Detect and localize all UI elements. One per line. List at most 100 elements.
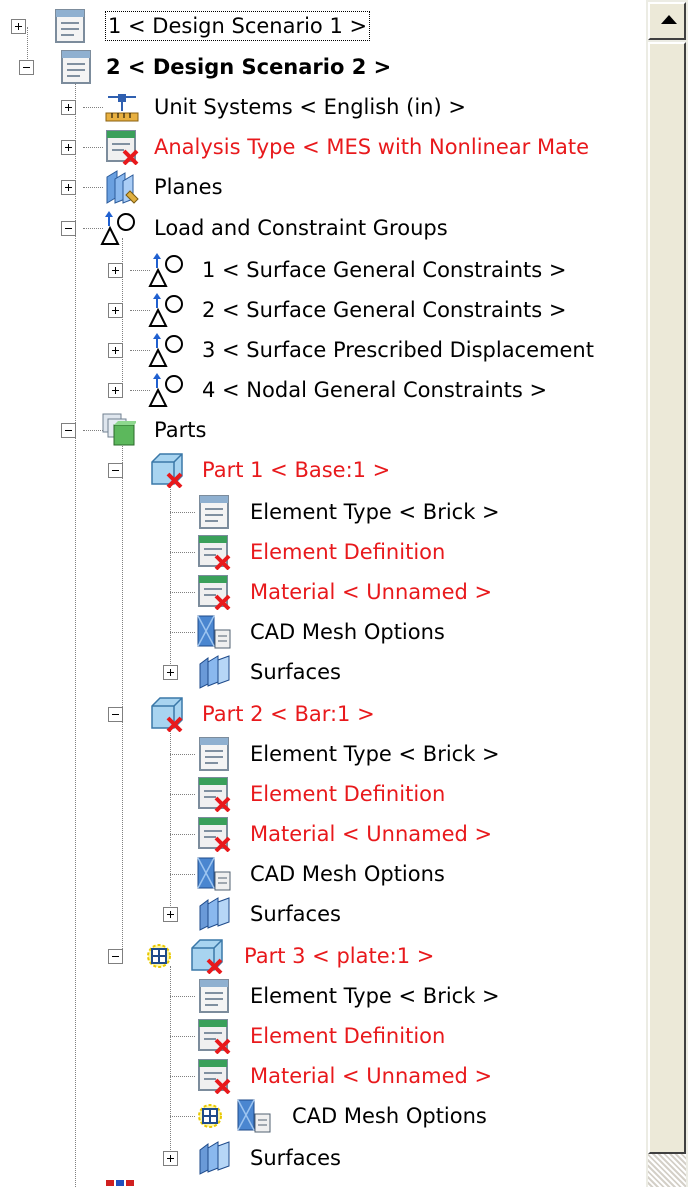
tree-node-load-constraint-groups[interactable]: Load and Constraint Groups: [0, 208, 520, 248]
surfaces-icon: [196, 654, 232, 690]
tree-label[interactable]: 4 < Nodal General Constraints >: [202, 376, 547, 404]
tree-node-element-type[interactable]: Element Type < Brick >: [0, 734, 600, 774]
tree-node-element-type[interactable]: Element Type < Brick >: [0, 492, 600, 532]
element-definition-error-icon: [196, 534, 232, 570]
element-definition-error-icon: [196, 776, 232, 812]
tree-label[interactable]: CAD Mesh Options: [292, 1102, 487, 1130]
collapse-button[interactable]: [108, 949, 123, 964]
load-constraint-icon: [148, 292, 184, 328]
tree-node-element-definition[interactable]: Element Definition: [0, 532, 600, 572]
expand-button[interactable]: [11, 19, 26, 34]
tree-label[interactable]: CAD Mesh Options: [250, 860, 445, 888]
units-ruler-icon: [104, 89, 140, 125]
expand-button[interactable]: [163, 665, 178, 680]
tree-node-analysis-type[interactable]: Analysis Type < MES with Nonlinear Mate: [0, 127, 646, 167]
tree-node-material[interactable]: Material < Unnamed >: [0, 572, 600, 612]
element-type-icon: [196, 494, 232, 530]
collapse-button[interactable]: [108, 707, 123, 722]
vertical-scrollbar[interactable]: [646, 0, 688, 1187]
collapse-button[interactable]: [61, 423, 76, 438]
tree-label[interactable]: Part 2 < Bar:1 >: [202, 700, 375, 728]
tree-label[interactable]: Surfaces: [250, 1144, 341, 1172]
expand-button[interactable]: [61, 140, 76, 155]
tree-node-element-type[interactable]: Element Type < Brick >: [0, 976, 600, 1016]
collapse-button[interactable]: [61, 221, 76, 236]
tree-node-material[interactable]: Material < Unnamed >: [0, 1056, 600, 1096]
expand-button[interactable]: [108, 343, 123, 358]
tree-label[interactable]: Material < Unnamed >: [250, 1062, 492, 1090]
tree-node-surfaces[interactable]: Surfaces: [0, 894, 400, 934]
tree-label[interactable]: 1 < Surface General Constraints >: [202, 256, 567, 284]
expand-button[interactable]: [108, 263, 123, 278]
tree-node-cad-mesh-options[interactable]: CAD Mesh Options: [0, 854, 600, 894]
tree-label[interactable]: 2 < Surface General Constraints >: [202, 296, 567, 324]
part-error-icon: [148, 696, 184, 732]
scroll-track[interactable]: [648, 1154, 686, 1187]
tree-label[interactable]: Load and Constraint Groups: [154, 214, 448, 242]
tree-label[interactable]: Element Type < Brick >: [250, 498, 500, 526]
tree-label[interactable]: Material < Unnamed >: [250, 578, 492, 606]
tree-node-part-3[interactable]: Part 3 < plate:1 >: [0, 936, 500, 976]
tree-label[interactable]: Element Definition: [250, 780, 445, 808]
parts-icon: [100, 412, 136, 448]
load-constraint-icon: [100, 210, 136, 246]
tree-node-cad-mesh-options[interactable]: CAD Mesh Options: [0, 1096, 620, 1136]
tree-node-scenario-2[interactable]: 2 < Design Scenario 2 >: [0, 47, 470, 87]
mesh-highlight-icon: [196, 1098, 226, 1134]
tree-label[interactable]: Element Type < Brick >: [250, 982, 500, 1010]
tree-label[interactable]: Part 3 < plate:1 >: [244, 942, 434, 970]
tree-label[interactable]: 2 < Design Scenario 2 >: [106, 53, 391, 81]
expand-button[interactable]: [108, 383, 123, 398]
load-constraint-icon: [148, 252, 184, 288]
tree-node-element-definition[interactable]: Element Definition: [0, 774, 600, 814]
expand-button[interactable]: [163, 1151, 178, 1166]
tree-label[interactable]: Planes: [154, 173, 223, 201]
collapse-button[interactable]: [19, 60, 34, 75]
material-error-icon: [196, 574, 232, 610]
tree-node-surfaces[interactable]: Surfaces: [0, 652, 400, 692]
tree-node-surfaces[interactable]: Surfaces: [0, 1138, 400, 1178]
element-definition-error-icon: [196, 1018, 232, 1054]
tree-label[interactable]: 3 < Surface Prescribed Displacement: [202, 336, 594, 364]
tree-node-load-group-4[interactable]: 4 < Nodal General Constraints >: [0, 370, 646, 410]
tree-node-part-2[interactable]: Part 2 < Bar:1 >: [0, 694, 480, 734]
tree-node-part-1[interactable]: Part 1 < Base:1 >: [0, 450, 480, 490]
tree-label[interactable]: Parts: [154, 416, 206, 444]
tree-node-load-group-3[interactable]: 3 < Surface Prescribed Displacement: [0, 330, 646, 370]
tree-label[interactable]: Unit Systems < English (in) >: [154, 93, 466, 121]
tree-node-parts[interactable]: Parts: [0, 410, 260, 450]
mesh-highlight-icon: [145, 938, 175, 974]
expand-button[interactable]: [61, 100, 76, 115]
scenario-icon: [52, 8, 88, 44]
tree-node-element-definition[interactable]: Element Definition: [0, 1016, 600, 1056]
expand-button[interactable]: [108, 303, 123, 318]
expand-button[interactable]: [163, 907, 178, 922]
tree-label[interactable]: 1 < Design Scenario 1 >: [104, 11, 371, 41]
element-type-icon: [196, 736, 232, 772]
tree-label[interactable]: Part 1 < Base:1 >: [202, 456, 390, 484]
material-error-icon: [196, 816, 232, 852]
material-error-icon: [196, 1058, 232, 1094]
scenario-icon: [58, 49, 94, 85]
tree-label[interactable]: Element Definition: [250, 538, 445, 566]
analysis-type-error-icon: [104, 129, 140, 165]
tree-node-scenario-1[interactable]: 1 < Design Scenario 1 >: [0, 6, 420, 46]
tree-label[interactable]: Surfaces: [250, 900, 341, 928]
tree-label[interactable]: CAD Mesh Options: [250, 618, 445, 646]
tree-label[interactable]: Material < Unnamed >: [250, 820, 492, 848]
tree-node-planes[interactable]: Planes: [0, 167, 260, 207]
tree-node-load-group-2[interactable]: 2 < Surface General Constraints >: [0, 290, 646, 330]
tree-label[interactable]: Element Type < Brick >: [250, 740, 500, 768]
tree-node-unit-systems[interactable]: Unit Systems < English (in) >: [0, 87, 540, 127]
expand-button[interactable]: [61, 180, 76, 195]
mesh-options-icon: [196, 614, 232, 650]
tree-node-material[interactable]: Material < Unnamed >: [0, 814, 600, 854]
scroll-up-button[interactable]: [648, 2, 686, 40]
tree-label[interactable]: Analysis Type < MES with Nonlinear Mate: [154, 133, 589, 161]
tree-node-load-group-1[interactable]: 1 < Surface General Constraints >: [0, 250, 646, 290]
tree-label[interactable]: Surfaces: [250, 658, 341, 686]
scroll-thumb[interactable]: [648, 42, 686, 1154]
collapse-button[interactable]: [108, 463, 123, 478]
tree-label[interactable]: Element Definition: [250, 1022, 445, 1050]
tree-node-cad-mesh-options[interactable]: CAD Mesh Options: [0, 612, 600, 652]
